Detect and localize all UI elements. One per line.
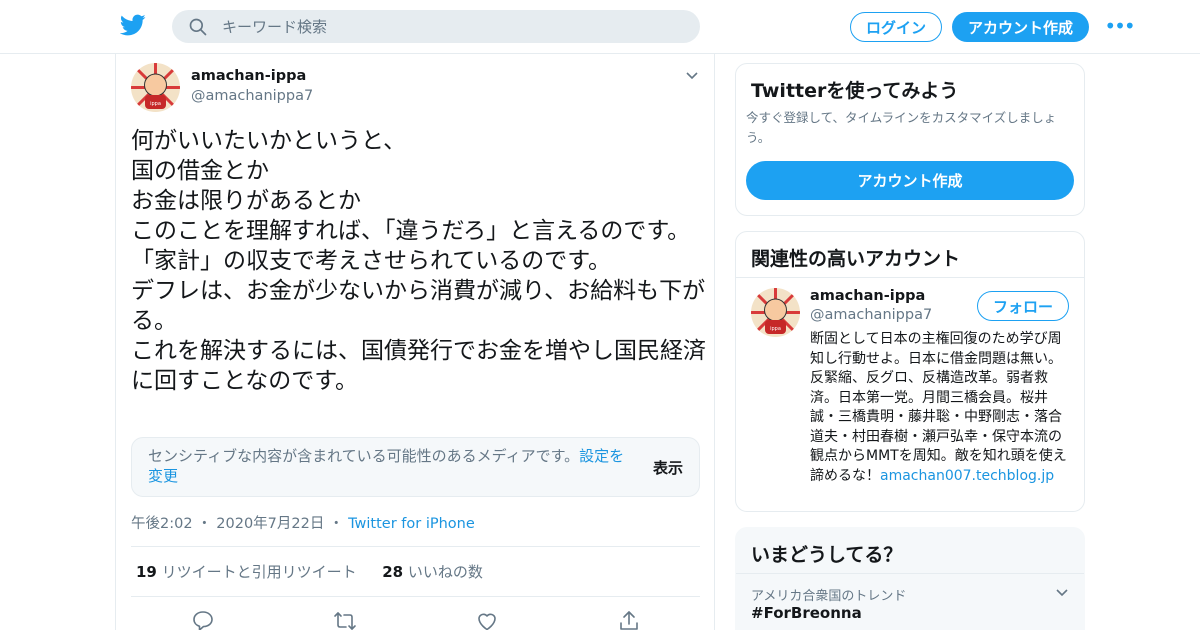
divider <box>736 573 1084 574</box>
chevron-down-icon[interactable] <box>1054 585 1070 601</box>
retweet-stat[interactable]: 19 リツイートと引用リツイート <box>136 563 357 581</box>
chevron-down-icon[interactable] <box>684 68 700 84</box>
like-stat[interactable]: 28 いいねの数 <box>382 563 483 581</box>
tweet-date[interactable]: 2020年7月22日 <box>216 516 324 532</box>
bio-text: 断固として日本の主権回復のため学び周知し行動せよ。日本に借金問題は無い。反緊縮、… <box>810 331 1067 484</box>
login-button[interactable]: ログイン <box>850 12 942 42</box>
share-icon[interactable] <box>617 609 641 630</box>
more-options-icon[interactable]: ••• <box>1104 14 1135 38</box>
author-name[interactable]: amachan-ippa <box>191 68 306 84</box>
try-card-description: 今すぐ登録して、タイムラインをカスタマイズしましょう。 <box>746 110 1057 145</box>
tweet-metadata: 午後2:02 ・ 2020年7月22日 ・ Twitter for iPhone <box>131 512 475 533</box>
avatar[interactable]: ippa <box>751 288 800 337</box>
signup-card-button[interactable]: アカウント作成 <box>746 161 1074 200</box>
avatar[interactable]: ippa <box>131 63 180 112</box>
trends-card: いまどうしてる？ アメリカ合衆国のトレンド #ForBreonna <box>735 527 1085 630</box>
retweet-icon[interactable] <box>333 609 357 630</box>
search-icon <box>189 18 207 36</box>
divider <box>736 277 1084 278</box>
bio-link[interactable]: amachan007.techblog.jp <box>880 468 1054 484</box>
related-account-handle[interactable]: @amachanippa7 <box>810 307 932 323</box>
trend-item[interactable]: #ForBreonna <box>751 604 862 622</box>
reply-icon[interactable] <box>191 609 215 630</box>
divider <box>131 596 700 597</box>
tweet-time[interactable]: 午後2:02 <box>131 516 193 532</box>
svg-text:ippa: ippa <box>770 326 781 332</box>
related-account-name[interactable]: amachan-ippa <box>810 288 925 304</box>
trend-location-label: アメリカ合衆国のトレンド <box>751 589 907 604</box>
avatar-image: ippa <box>131 63 180 112</box>
like-icon[interactable] <box>475 609 499 630</box>
avatar-image: ippa <box>751 288 800 337</box>
try-card-title: Twitterを使ってみよう <box>751 80 959 102</box>
tweet-source[interactable]: Twitter for iPhone <box>348 516 475 532</box>
divider <box>131 546 700 547</box>
trends-card-title: いまどうしてる？ <box>751 544 903 566</box>
twitter-bird-icon[interactable] <box>120 12 146 38</box>
related-accounts-card: 関連性の高いアカウント ippa amachan-ippa @amachanip… <box>735 231 1085 512</box>
sensitive-media-notice: センシティブな内容が含まれている可能性のあるメディアです。設定を変更 表示 <box>131 437 700 497</box>
sensitive-notice-text: センシティブな内容が含まれている可能性のあるメディアです。 <box>148 447 580 465</box>
tweet-text: 何がいいたいかというと、 国の借金とか お金は限りがあるとか このことを理解すれ… <box>131 128 706 394</box>
top-nav-bar: ログイン アカウント作成 ••• <box>0 0 1200 54</box>
related-card-title: 関連性の高いアカウント <box>751 248 961 270</box>
follow-button[interactable]: フォロー <box>977 291 1069 321</box>
meta-separator: ・ <box>197 516 212 532</box>
related-account-bio: 断固として日本の主権回復のため学び周知し行動せよ。日本に借金問題は無い。反緊縮、… <box>810 330 1072 486</box>
author-handle[interactable]: @amachanippa7 <box>191 88 313 104</box>
signup-button[interactable]: アカウント作成 <box>952 12 1089 42</box>
svg-text:ippa: ippa <box>150 101 161 107</box>
sensitive-message: センシティブな内容が含まれている可能性のあるメディアです。設定を変更 <box>148 446 638 486</box>
show-media-button[interactable]: 表示 <box>653 457 683 478</box>
meta-separator: ・ <box>328 516 344 532</box>
tweet-detail: ippa amachan-ippa @amachanippa7 何がいいたいかと… <box>115 54 715 630</box>
tweet-stats: 19 リツイートと引用リツイート 28 いいねの数 <box>136 561 483 582</box>
search-input[interactable] <box>222 10 682 43</box>
try-twitter-card: Twitterを使ってみよう 今すぐ登録して、タイムラインをカスタマイズしましょ… <box>735 63 1085 216</box>
search-box[interactable] <box>172 10 700 43</box>
